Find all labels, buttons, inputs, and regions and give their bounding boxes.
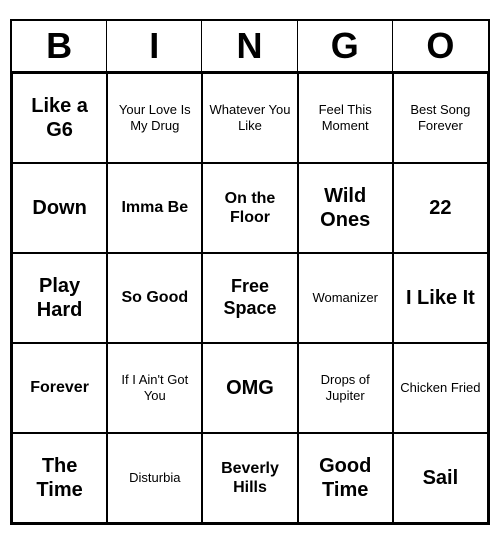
bingo-cell: Imma Be xyxy=(107,163,202,253)
bingo-cell: Womanizer xyxy=(298,253,393,343)
header-letter: I xyxy=(107,21,202,71)
bingo-cell: So Good xyxy=(107,253,202,343)
bingo-cell: Wild Ones xyxy=(298,163,393,253)
header-letter: B xyxy=(12,21,107,71)
bingo-cell: Your Love Is My Drug xyxy=(107,73,202,163)
bingo-cell: Chicken Fried xyxy=(393,343,488,433)
header-letter: G xyxy=(298,21,393,71)
bingo-cell: Like a G6 xyxy=(12,73,107,163)
header-letter: N xyxy=(202,21,297,71)
bingo-cell: Best Song Forever xyxy=(393,73,488,163)
bingo-card: BINGO Like a G6Your Love Is My DrugWhate… xyxy=(10,19,490,525)
bingo-cell: Whatever You Like xyxy=(202,73,297,163)
bingo-cell: Down xyxy=(12,163,107,253)
bingo-cell: Disturbia xyxy=(107,433,202,523)
bingo-cell: If I Ain't Got You xyxy=(107,343,202,433)
bingo-cell: Forever xyxy=(12,343,107,433)
bingo-cell: Free Space xyxy=(202,253,297,343)
bingo-cell: On the Floor xyxy=(202,163,297,253)
bingo-cell: Feel This Moment xyxy=(298,73,393,163)
bingo-cell: The Time xyxy=(12,433,107,523)
bingo-cell: Sail xyxy=(393,433,488,523)
bingo-cell: Play Hard xyxy=(12,253,107,343)
bingo-grid: Like a G6Your Love Is My DrugWhatever Yo… xyxy=(12,73,488,523)
bingo-cell: OMG xyxy=(202,343,297,433)
bingo-cell: Beverly Hills xyxy=(202,433,297,523)
header-letter: O xyxy=(393,21,488,71)
bingo-header: BINGO xyxy=(12,21,488,73)
bingo-cell: 22 xyxy=(393,163,488,253)
bingo-cell: Drops of Jupiter xyxy=(298,343,393,433)
bingo-cell: Good Time xyxy=(298,433,393,523)
bingo-cell: I Like It xyxy=(393,253,488,343)
